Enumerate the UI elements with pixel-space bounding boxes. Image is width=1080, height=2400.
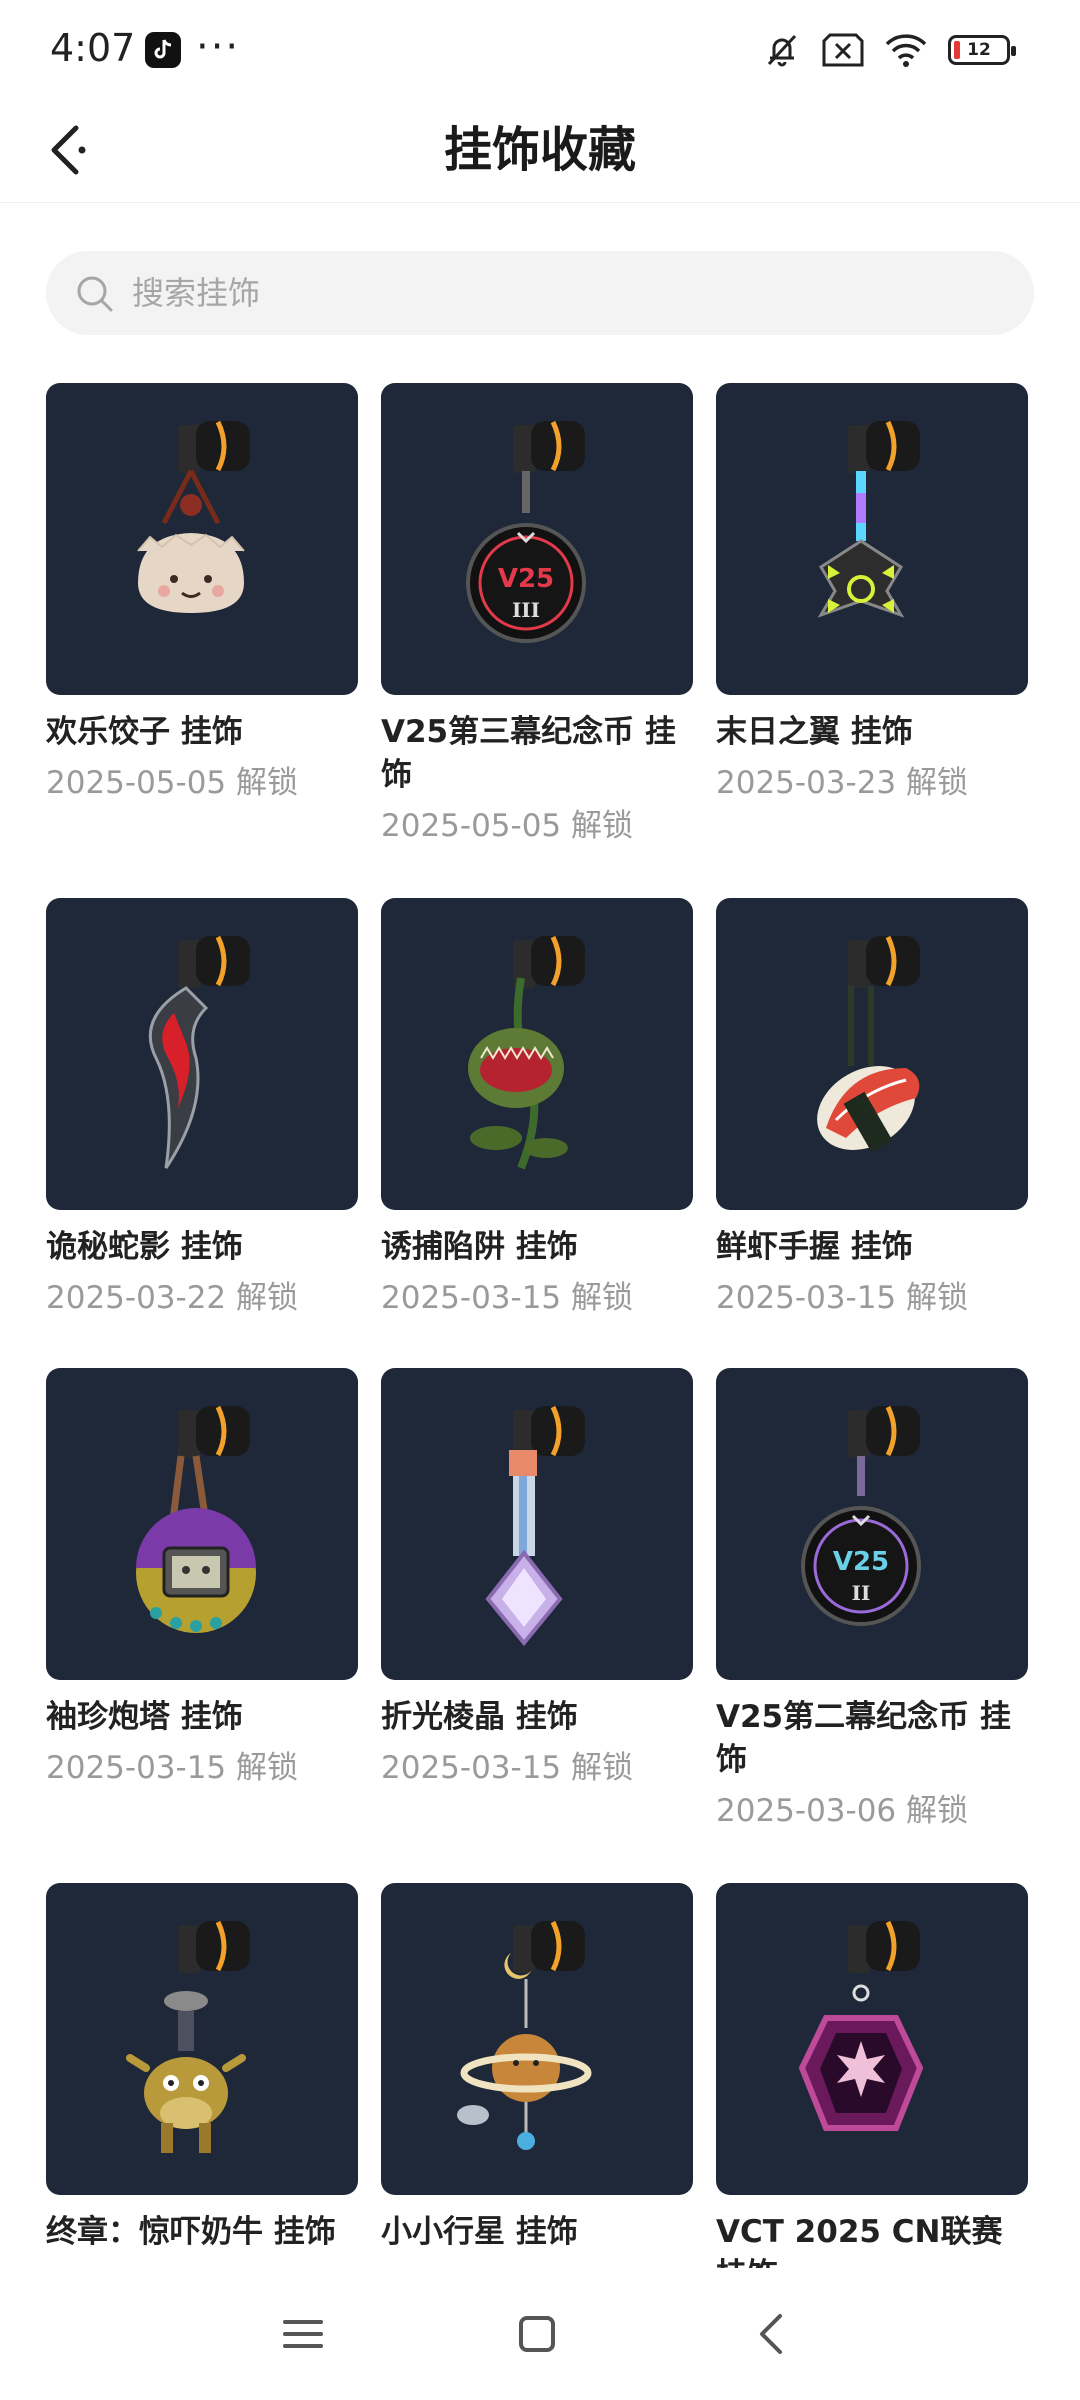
tiny-planet-charm-icon bbox=[457, 1920, 592, 2150]
back-triangle-icon bbox=[760, 2314, 782, 2354]
shrimp-sushi-charm-icon bbox=[817, 935, 920, 1153]
charm-card[interactable]: V25 II V25第二幕纪念币 挂饰 2025-03-06 解锁 bbox=[716, 1368, 1028, 1833]
charm-unlock-date: 2025-03-22 解锁 bbox=[46, 1280, 299, 1316]
dumpling-charm-icon bbox=[137, 420, 250, 613]
charm-thumbnail: V25 II bbox=[716, 1368, 1028, 1680]
charm-card[interactable]: 折光棱晶 挂饰 2025-03-15 解锁 bbox=[381, 1368, 693, 1790]
charm-name: V25第三幕纪念币 挂饰 bbox=[381, 714, 676, 793]
menu-icon bbox=[283, 2320, 323, 2348]
charm-name: 鲜虾手握 挂饰 bbox=[716, 1229, 913, 1265]
charm-name: 小小行星 挂饰 bbox=[381, 2214, 578, 2250]
charm-name: 欢乐饺子 挂饰 bbox=[46, 714, 243, 750]
charm-unlock-date: 2025-03-06 解锁 bbox=[716, 1793, 969, 1829]
charm-name: 终章：惊吓奶牛 挂饰 bbox=[46, 2214, 336, 2250]
charm-unlock-date: 2025-03-15 解锁 bbox=[46, 1750, 299, 1786]
recent-apps-button[interactable] bbox=[271, 2302, 335, 2366]
charm-unlock-date: 2025-05-05 解锁 bbox=[46, 765, 299, 801]
v25-act3-coin-charm-icon: V25 III bbox=[466, 420, 586, 643]
home-button[interactable] bbox=[505, 2302, 569, 2366]
svg-text:II: II bbox=[852, 1581, 871, 1605]
charm-card[interactable]: V25 III V25第三幕纪念币 挂饰 2025-05-05 解锁 bbox=[381, 383, 693, 848]
battery-level: 12 bbox=[967, 40, 991, 60]
charm-name: 诱捕陷阱 挂饰 bbox=[381, 1229, 578, 1265]
mini-turret-charm-icon bbox=[136, 1405, 256, 1633]
snake-shadow-charm-icon bbox=[148, 935, 250, 1169]
search-input[interactable] bbox=[132, 251, 1012, 335]
flytrap-charm-icon bbox=[468, 935, 585, 1170]
charm-thumbnail bbox=[716, 383, 1028, 695]
charm-thumbnail bbox=[381, 1368, 693, 1680]
sim-off-icon bbox=[822, 33, 864, 67]
charm-unlock-date: 2025-03-15 解锁 bbox=[716, 1280, 969, 1316]
charm-grid: 欢乐饺子 挂饰 2025-05-05 解锁 V25 III V25第三幕纪念币 … bbox=[46, 383, 1046, 2268]
more-notifications-icon: ··· bbox=[196, 24, 241, 70]
charm-card[interactable]: 末日之翼 挂饰 2025-03-23 解锁 bbox=[716, 383, 1028, 805]
charm-card[interactable]: 诡秘蛇影 挂饰 2025-03-22 解锁 bbox=[46, 898, 358, 1320]
charm-thumbnail bbox=[716, 898, 1028, 1210]
charm-thumbnail bbox=[46, 898, 358, 1210]
charm-unlock-date: 2025-05-05 解锁 bbox=[381, 808, 634, 844]
charm-thumbnail bbox=[381, 1883, 693, 2195]
charm-thumbnail bbox=[716, 1883, 1028, 2195]
vct-2025-cn-charm-icon bbox=[798, 1920, 924, 2131]
startled-cow-charm-icon bbox=[126, 1920, 250, 2153]
charm-unlock-date: 2025-03-23 解锁 bbox=[716, 765, 969, 801]
charm-name: V25第二幕纪念币 挂饰 bbox=[716, 1699, 1011, 1778]
wifi-icon bbox=[885, 34, 927, 67]
status-bar: 4:07 ··· 12 bbox=[0, 0, 1080, 100]
charm-thumbnail bbox=[46, 1368, 358, 1680]
search-icon bbox=[77, 276, 113, 312]
doom-wing-charm-icon bbox=[817, 420, 920, 618]
charm-card[interactable]: 欢乐饺子 挂饰 2025-05-05 解锁 bbox=[46, 383, 358, 805]
svg-text:V25: V25 bbox=[498, 564, 554, 594]
battery-icon: 12 bbox=[948, 35, 1016, 65]
charm-name: 折光棱晶 挂饰 bbox=[381, 1699, 578, 1735]
system-navigation-bar bbox=[0, 2268, 1080, 2400]
charm-card[interactable]: 鲜虾手握 挂饰 2025-03-15 解锁 bbox=[716, 898, 1028, 1320]
silent-bell-icon bbox=[767, 34, 797, 67]
charm-thumbnail bbox=[381, 898, 693, 1210]
charm-card[interactable]: 诱捕陷阱 挂饰 2025-03-15 解锁 bbox=[381, 898, 693, 1320]
charm-name: 诡秘蛇影 挂饰 bbox=[46, 1229, 243, 1265]
charm-card[interactable]: 终章：惊吓奶牛 挂饰 bbox=[46, 1883, 358, 2262]
svg-text:V25: V25 bbox=[833, 1547, 889, 1577]
header: 挂饰收藏 bbox=[0, 100, 1080, 203]
charm-name: VCT 2025 CN联赛 挂饰 bbox=[716, 2214, 1003, 2268]
prism-crystal-charm-icon bbox=[485, 1405, 585, 1647]
charm-card[interactable]: 袖珍炮塔 挂饰 2025-03-15 解锁 bbox=[46, 1368, 358, 1790]
tiktok-icon bbox=[145, 32, 181, 68]
home-square-icon bbox=[519, 2316, 555, 2352]
page-title: 挂饰收藏 bbox=[443, 122, 636, 178]
status-time: 4:07 bbox=[50, 26, 136, 70]
charm-name: 末日之翼 挂饰 bbox=[716, 714, 913, 750]
charm-unlock-date: 2025-03-15 解锁 bbox=[381, 1750, 634, 1786]
charm-unlock-date: 2025-03-15 解锁 bbox=[381, 1280, 634, 1316]
search-bar[interactable] bbox=[46, 251, 1034, 335]
charm-thumbnail: V25 III bbox=[381, 383, 693, 695]
charm-card[interactable]: VCT 2025 CN联赛 挂饰 bbox=[716, 1883, 1028, 2268]
system-back-button[interactable] bbox=[740, 2302, 804, 2366]
charm-name: 袖珍炮塔 挂饰 bbox=[46, 1699, 243, 1735]
charm-card[interactable]: 小小行星 挂饰 bbox=[381, 1883, 693, 2262]
v25-act2-coin-charm-icon: V25 II bbox=[801, 1405, 921, 1626]
svg-text:III: III bbox=[512, 598, 540, 622]
charm-thumbnail bbox=[46, 383, 358, 695]
charm-thumbnail bbox=[46, 1883, 358, 2195]
